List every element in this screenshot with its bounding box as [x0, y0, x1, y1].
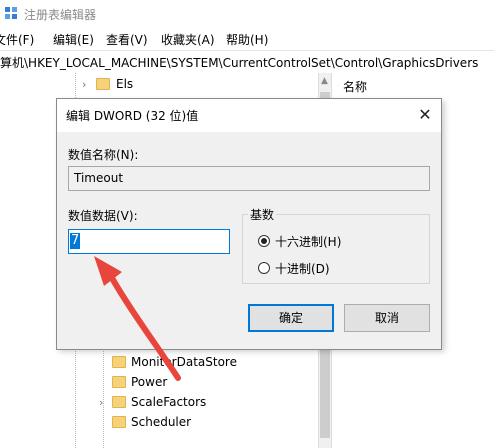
tree-item-label: Power — [131, 375, 168, 389]
value-data-text[interactable]: 7 — [70, 233, 81, 249]
hex-radio-label[interactable]: 十六进制(H) — [275, 233, 341, 250]
tree-item[interactable]: › ScaleFactors — [0, 393, 318, 413]
tree-item[interactable]: MonitorDataStore — [0, 353, 318, 373]
scroll-up-icon[interactable]: ▲ — [321, 76, 328, 86]
menu-bar: 文件(F) 编辑(E) 查看(V) 收藏夹(A) 帮助(H) — [0, 28, 494, 50]
folder-icon — [112, 376, 126, 388]
tree-item[interactable]: Scheduler — [0, 413, 318, 433]
window-title: 注册表编辑器 — [24, 8, 97, 22]
value-data-input[interactable] — [68, 229, 230, 254]
dialog-title: 编辑 DWORD (32 位)值 — [66, 109, 199, 123]
base-legend: 基数 — [248, 206, 277, 223]
column-header-name[interactable]: 名称 — [343, 78, 367, 95]
value-data-label: 数值数据(V): — [68, 209, 138, 223]
chevron-right-icon[interactable]: › — [82, 78, 86, 91]
folder-icon — [112, 396, 126, 408]
value-name-text: Timeout — [74, 171, 124, 185]
address-path[interactable]: 计算机\HKEY_LOCAL_MACHINE\SYSTEM\CurrentCon… — [0, 54, 478, 71]
folder-icon — [112, 416, 126, 428]
address-bar[interactable]: 计算机\HKEY_LOCAL_MACHINE\SYSTEM\CurrentCon… — [0, 50, 494, 74]
folder-icon — [96, 78, 110, 90]
close-icon[interactable]: ✕ — [411, 101, 439, 129]
menu-view[interactable]: 查看(V) — [106, 31, 148, 48]
tree-item-label: Els — [116, 77, 134, 91]
decimal-radio-label[interactable]: 十进制(D) — [275, 260, 330, 277]
registry-app-icon — [5, 7, 17, 19]
tree-item-label: ScaleFactors — [131, 395, 207, 409]
decimal-radio[interactable] — [258, 262, 270, 274]
menu-edit[interactable]: 编辑(E) — [53, 31, 94, 48]
chevron-right-icon[interactable]: › — [99, 396, 103, 409]
menu-favorites[interactable]: 收藏夹(A) — [161, 31, 215, 48]
tree-item[interactable]: Power — [0, 373, 318, 393]
menu-help[interactable]: 帮助(H) — [226, 31, 268, 48]
hex-radio[interactable] — [258, 235, 270, 247]
value-name-label: 数值名称(N): — [68, 148, 139, 162]
cancel-button[interactable]: 取消 — [344, 304, 430, 332]
folder-icon — [112, 356, 126, 368]
tree-item[interactable]: › Els — [0, 75, 318, 95]
tree-item-label: Scheduler — [131, 415, 192, 429]
menu-file[interactable]: 文件(F) — [0, 31, 34, 48]
tree-item-label: MonitorDataStore — [131, 355, 237, 369]
ok-button[interactable]: 确定 — [248, 304, 334, 332]
